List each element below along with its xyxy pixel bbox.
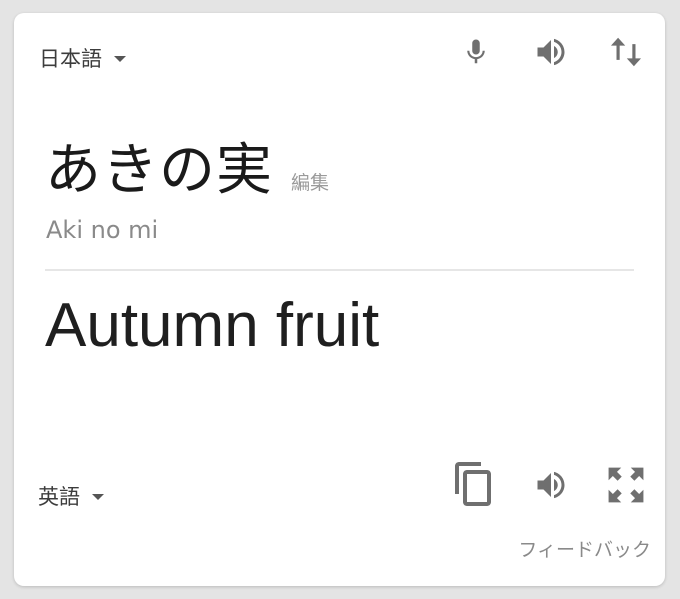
source-language-select[interactable]: 日本語: [39, 43, 126, 73]
copy-icon: [455, 462, 491, 506]
romanization-text: Aki no mi: [46, 216, 159, 244]
fullscreen-button[interactable]: [604, 463, 648, 507]
source-language-label: 日本語: [39, 47, 102, 71]
translation-text: Autumn fruit: [45, 291, 380, 360]
source-text[interactable]: あきの実: [45, 125, 273, 206]
swap-languages-icon: [610, 37, 642, 67]
edit-link[interactable]: 編集: [291, 168, 329, 195]
target-listen-button[interactable]: [529, 463, 573, 507]
target-language-select[interactable]: 英語: [38, 481, 104, 511]
swap-languages-button[interactable]: [604, 30, 648, 74]
copy-button[interactable]: [453, 462, 497, 506]
divider: [45, 269, 634, 271]
translate-card: 日本語 あきの実 編集 Aki no mi Autumn fruit 英語 フィ…: [14, 13, 665, 586]
chevron-down-icon: [92, 494, 104, 500]
fullscreen-icon: [608, 467, 644, 503]
microphone-icon: [467, 39, 485, 64]
speaker-icon: [537, 471, 565, 499]
feedback-link[interactable]: フィードバック: [518, 535, 651, 562]
target-language-label: 英語: [38, 485, 80, 509]
microphone-button[interactable]: [454, 30, 498, 74]
source-text-row: あきの実 編集: [45, 125, 329, 206]
source-listen-button[interactable]: [529, 30, 573, 74]
speaker-icon: [537, 38, 565, 66]
chevron-down-icon: [114, 56, 126, 62]
